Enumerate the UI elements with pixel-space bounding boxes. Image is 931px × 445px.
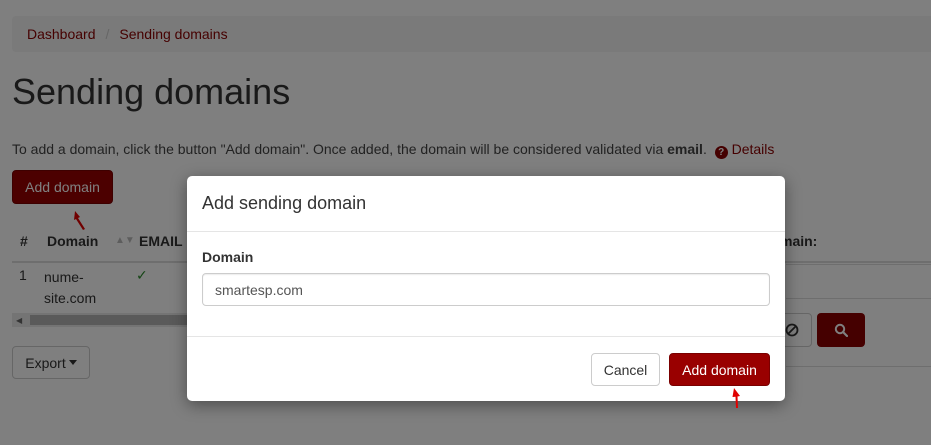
modal-footer: Cancel Add domain — [187, 336, 785, 402]
modal-title: Add sending domain — [202, 193, 367, 213]
cancel-button[interactable]: Cancel — [591, 353, 660, 386]
red-arrow-annotation — [732, 388, 740, 408]
domain-label: Domain — [202, 249, 254, 265]
domain-input[interactable] — [202, 273, 770, 306]
submit-add-domain-button[interactable]: Add domain — [669, 353, 770, 386]
modal-header: Add sending domain — [187, 176, 785, 232]
add-domain-modal: Add sending domain Domain Cancel Add dom… — [187, 176, 785, 401]
